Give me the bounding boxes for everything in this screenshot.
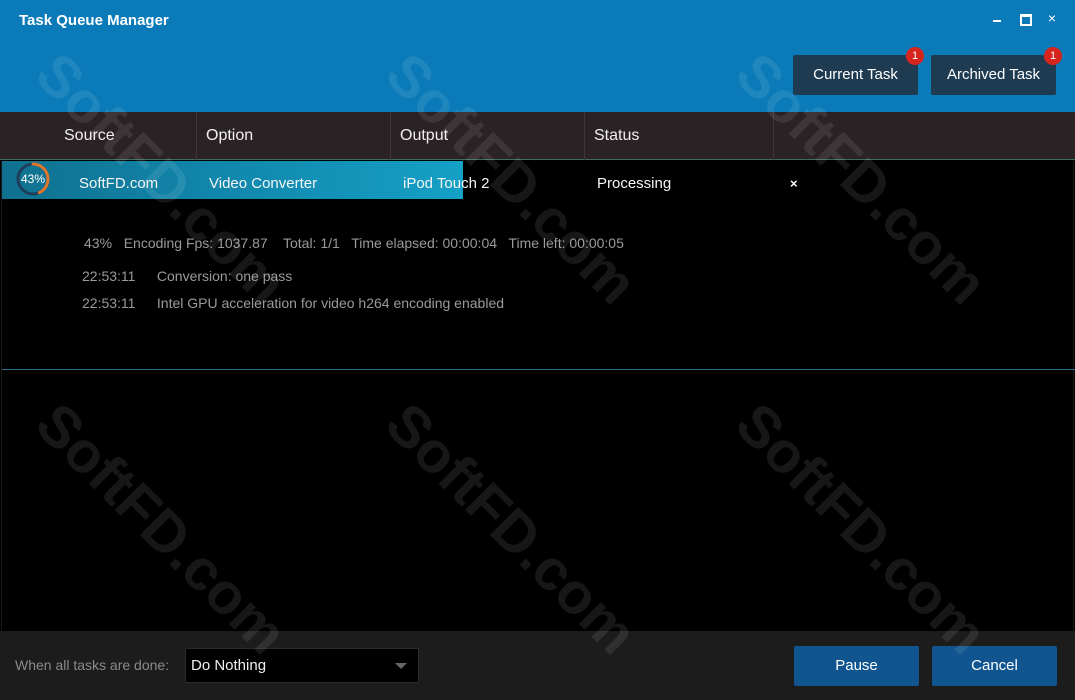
task-detail-stats: 43% Encoding Fps: 1037.87 Total: 1/1 Tim… (84, 235, 624, 251)
log-time: 22:53:11 (82, 295, 136, 311)
remove-task-icon[interactable]: × (790, 161, 802, 199)
window-title: Task Queue Manager (19, 12, 169, 29)
task-output: iPod Touch 2 (403, 175, 490, 192)
log-message: Conversion: one pass (156, 268, 293, 284)
archived-task-badge: 1 (1044, 47, 1062, 65)
column-header-row: Source Option Output Status (0, 112, 1075, 160)
maximize-icon[interactable] (1012, 8, 1036, 28)
current-task-badge: 1 (906, 47, 924, 65)
log-message: Intel GPU acceleration for video h264 en… (156, 295, 505, 311)
footer-bar: When all tasks are done: Do Nothing Paus… (0, 631, 1075, 700)
current-task-button[interactable]: Current Task 1 (793, 47, 924, 95)
column-output: Output (391, 112, 585, 160)
pause-button[interactable]: Pause (794, 646, 919, 686)
cancel-button[interactable]: Cancel (932, 646, 1057, 686)
when-done-label: When all tasks are done: (15, 657, 170, 673)
task-option: Video Converter (209, 175, 318, 192)
when-done-select[interactable]: Do Nothing (185, 648, 419, 683)
column-option: Option (197, 112, 391, 160)
progress-percent-label: 43% (20, 172, 46, 186)
task-list: 43% SoftFD.com Video Converter iPod Touc… (1, 161, 1075, 631)
task-row[interactable]: 43% SoftFD.com Video Converter iPod Touc… (2, 161, 1075, 199)
title-bar: Task Queue Manager × Current Task 1 Arch… (0, 0, 1075, 112)
archived-task-label: Archived Task (946, 66, 1041, 83)
task-status: Processing (597, 175, 672, 192)
archived-task-button[interactable]: Archived Task 1 (931, 47, 1062, 95)
when-done-value: Do Nothing (191, 657, 267, 674)
section-divider (2, 369, 1075, 370)
task-source: SoftFD.com (79, 175, 159, 192)
log-time: 22:53:11 (82, 268, 136, 284)
close-icon[interactable]: × (1040, 8, 1064, 28)
column-source: Source (0, 112, 197, 160)
chevron-down-icon (395, 663, 407, 669)
column-status: Status (585, 112, 774, 160)
current-task-label: Current Task (813, 66, 898, 83)
minimize-icon[interactable] (985, 8, 1009, 28)
log-line: 22:53:11 Intel GPU acceleration for vide… (82, 295, 504, 311)
log-line: 22:53:11 Conversion: one pass (82, 268, 292, 284)
